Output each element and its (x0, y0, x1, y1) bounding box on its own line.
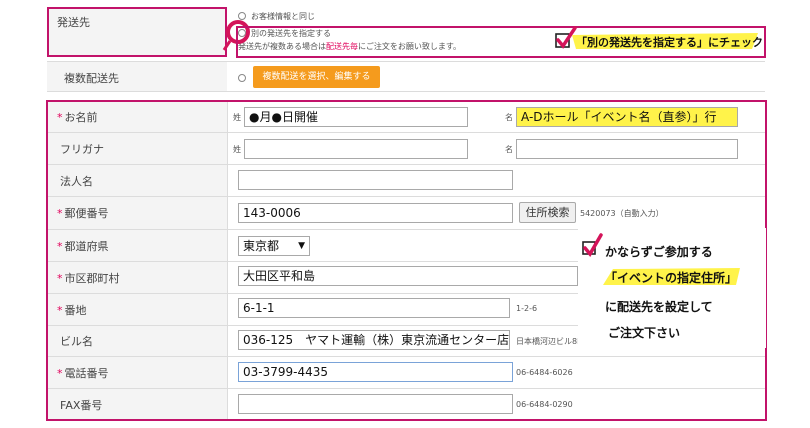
phone-input[interactable]: 03-3799-4435 (238, 362, 513, 382)
radio-multi-address[interactable] (238, 74, 246, 82)
prefecture-select[interactable]: 東京都 ▼ (238, 236, 310, 256)
mei-hint: 名 (505, 113, 513, 122)
company-input[interactable] (238, 170, 513, 190)
building-side-note: 日本橋河辺ビル8F (516, 337, 582, 346)
building-input[interactable]: 036-125 ヤマト運輸（株）東京流通センター店止 (238, 330, 510, 350)
last-name-input[interactable]: ●月●日開催 (244, 107, 468, 127)
prefecture-label: * 都道府県 (57, 240, 109, 253)
divider (47, 91, 765, 92)
street-label: * 番地 (57, 304, 87, 317)
callout-text: 「別の発送先を指定する」にチェック (576, 36, 763, 49)
kana-sei-hint: 姓 (233, 145, 241, 154)
postal-auto-note: 5420073（自動入力） (580, 209, 664, 218)
name-label: * お名前 (57, 111, 98, 124)
annotation-highlight: 「イベントの指定住所」 (603, 268, 740, 285)
fax-label: FAX番号 (60, 399, 103, 412)
city-input[interactable]: 大田区平和島 (238, 266, 578, 286)
city-label: * 市区郡町村 (57, 272, 120, 285)
option-same-label: お客様情報と同じ (251, 12, 315, 21)
edit-multi-address-button[interactable]: 複数配送を選択、編集する (253, 66, 380, 88)
postal-code-input[interactable]: 143-0006 (238, 203, 513, 223)
shipping-label: 発送先 (57, 16, 90, 29)
chevron-down-icon: ▼ (298, 241, 305, 251)
first-name-input[interactable]: A-Dホール「イベント名（直参）」行 (516, 107, 738, 127)
street-input[interactable]: 6-1-1 (238, 298, 510, 318)
annotation-line-3: に配送先を設定して (605, 300, 713, 314)
last-name-kana-input[interactable] (244, 139, 468, 159)
phone-label: * 電話番号 (57, 367, 109, 380)
street-side-note: 1-2-6 (516, 304, 538, 313)
address-lookup-button[interactable]: 住所検索 (519, 202, 576, 223)
annotation-line-2: 「イベントの指定住所」 (605, 271, 738, 285)
callout-highlight: 「別の発送先を指定する」にチェック (572, 33, 763, 49)
first-name-kana-input[interactable] (516, 139, 738, 159)
prefecture-value: 東京都 (243, 239, 280, 253)
annotation-line-4: ご注文下さい (608, 326, 681, 340)
company-label: 法人名 (60, 175, 93, 188)
fax-side-note: 06-6484-0290 (516, 400, 573, 409)
checkbox-icon (582, 233, 603, 258)
phone-side-note: 06-6484-6026 (516, 368, 573, 377)
annotation-line-1: かならずご参加する (605, 245, 713, 259)
kana-label: フリガナ (60, 143, 104, 156)
fax-input[interactable] (238, 394, 513, 414)
multi-label: 複数配送先 (64, 72, 119, 85)
sei-hint: 姓 (233, 113, 241, 122)
postal-label: * 郵便番号 (57, 207, 109, 220)
kana-mei-hint: 名 (505, 145, 513, 154)
building-label: ビル名 (60, 335, 93, 348)
